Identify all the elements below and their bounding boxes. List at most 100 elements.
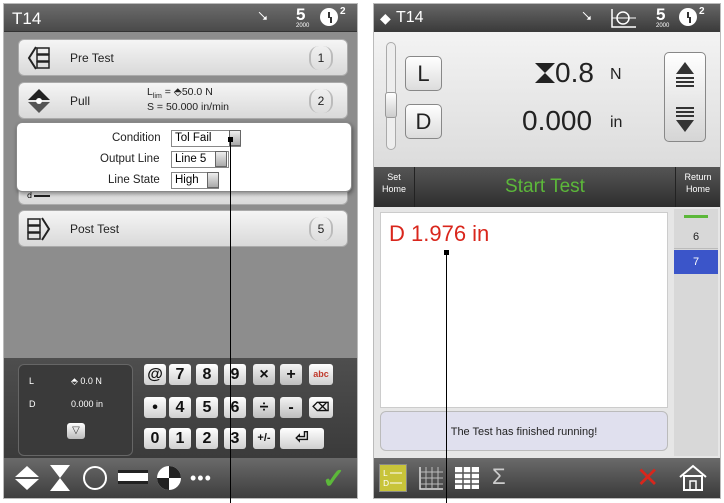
svg-text:L: L xyxy=(383,469,388,478)
hourglass-icon[interactable] xyxy=(48,464,72,492)
key-7[interactable]: 7 xyxy=(169,364,191,385)
bottom-toolbar: ••• ✓ xyxy=(4,458,357,498)
pull-speed: S = 50.000 in/min xyxy=(147,101,230,113)
key-abc[interactable]: abc xyxy=(309,364,333,385)
badge-count: 2 xyxy=(340,6,346,17)
position-value: 0.000 xyxy=(522,105,593,136)
key-at[interactable]: @ xyxy=(144,364,166,385)
load-l-button[interactable]: L xyxy=(405,56,442,91)
test-title: T14 xyxy=(396,9,424,26)
key-2[interactable]: 2 xyxy=(196,428,218,449)
key-0[interactable]: 0 xyxy=(144,428,166,449)
gesture-icon[interactable]: ⭨ xyxy=(258,8,268,25)
key-divide[interactable]: ÷ xyxy=(253,397,275,418)
test-title: T14 xyxy=(12,9,42,28)
output-line-scroll-handle[interactable] xyxy=(215,151,227,167)
status-message: The Test has finished running! xyxy=(380,411,668,451)
key-5[interactable]: 5 xyxy=(196,397,218,418)
back-icon[interactable]: ◆ xyxy=(380,10,391,27)
table-icon[interactable] xyxy=(454,466,480,490)
line-state-label: Line State xyxy=(108,174,160,186)
results-view-icon[interactable]: LD xyxy=(379,464,407,492)
position-d-button[interactable]: D xyxy=(405,104,442,139)
key-6[interactable]: 6 xyxy=(224,397,246,418)
key-8[interactable]: 8 xyxy=(196,364,218,385)
step-number: 2 xyxy=(309,89,333,113)
collapse-icon[interactable]: ▽ xyxy=(67,423,85,439)
load-unit: N xyxy=(610,66,622,83)
condition-label: Condition xyxy=(112,132,161,144)
step-label: Pre Test xyxy=(70,51,114,65)
pull-icon xyxy=(28,89,50,113)
load-value: 0.8 xyxy=(555,57,594,88)
home-icon[interactable] xyxy=(678,464,708,492)
top-bar: T14 ⭨ 5 2000 2 xyxy=(4,4,357,32)
gesture-icon[interactable]: ⭨ xyxy=(582,8,592,25)
five-icon[interactable]: 5 2000 xyxy=(296,6,309,29)
bottom-toolbar: LD Σ ✕ xyxy=(374,458,720,498)
callout-dot-right xyxy=(444,250,449,255)
callout-dot-left xyxy=(228,137,233,142)
output-settings-popup: Condition Tol Fail Output Line Line 5 Li… xyxy=(16,122,352,192)
confirm-check-icon[interactable]: ✓ xyxy=(322,462,345,495)
grid-chart-icon[interactable] xyxy=(418,466,444,490)
top-bar: ◆ T14 ⭨ 5 2000 2 xyxy=(374,4,720,32)
key-multiply[interactable]: × xyxy=(253,364,275,385)
badge-count: 2 xyxy=(699,6,705,17)
sigma-icon[interactable]: Σ xyxy=(492,464,506,490)
position-unit: in xyxy=(610,114,623,131)
jog-down-icon[interactable] xyxy=(674,106,696,134)
graph-icon[interactable] xyxy=(610,8,638,28)
hold-icon[interactable] xyxy=(118,470,148,484)
pre-test-icon xyxy=(27,46,50,70)
cycle-icon[interactable] xyxy=(81,464,109,492)
set-home-button[interactable]: Set Home xyxy=(378,171,410,195)
center-target-icon[interactable] xyxy=(155,464,183,492)
step-post-test[interactable]: Post Test 5 xyxy=(18,210,348,247)
readout-panel: L D 0.8 N 0.000 in xyxy=(374,32,720,167)
key-dot[interactable]: • xyxy=(144,397,166,418)
pull-limit: Llim = ⬘50.0 N xyxy=(147,86,213,101)
more-icon[interactable]: ••• xyxy=(190,468,212,489)
callout-line-left xyxy=(230,140,231,503)
mini-load-value: ⬘ 0.0 N xyxy=(71,376,102,386)
step-pre-test[interactable]: Pre Test 1 xyxy=(18,39,348,76)
key-plus[interactable]: + xyxy=(280,364,302,385)
left-device-screen: T14 ⭨ 5 2000 2 Pre Test 1 Pull Llim = ⬘50… xyxy=(3,3,358,499)
step-number: 5 xyxy=(309,217,333,241)
start-test-button[interactable]: Start Test xyxy=(414,167,676,207)
mini-position-value: 0.000 in xyxy=(71,399,104,409)
key-1[interactable]: 1 xyxy=(169,428,191,449)
key-3[interactable]: 3 xyxy=(224,428,246,449)
key-9[interactable]: 9 xyxy=(224,364,246,385)
svg-text:d: d xyxy=(27,191,32,200)
clock-icon[interactable] xyxy=(679,8,697,26)
step-pull[interactable]: Pull Llim = ⬘50.0 N S = 50.000 in/min 2 xyxy=(18,82,348,119)
side-item-7[interactable]: 7 xyxy=(674,250,718,274)
return-home-button[interactable]: Return Home xyxy=(678,171,718,195)
mini-load-label: L xyxy=(29,376,35,386)
slider-thumb[interactable] xyxy=(385,92,397,118)
key-enter[interactable]: ⏎ xyxy=(280,428,324,449)
side-item-6[interactable]: 6 xyxy=(674,225,718,249)
mini-position-label: D xyxy=(29,399,36,409)
result-panel: D 1.976 in xyxy=(380,212,668,408)
jog-up-icon[interactable] xyxy=(674,60,696,88)
updown-icon[interactable] xyxy=(14,466,40,490)
key-plus-minus[interactable]: +/- xyxy=(253,428,275,449)
key-4[interactable]: 4 xyxy=(169,397,191,418)
five-icon[interactable]: 5 2000 xyxy=(656,6,669,29)
key-backspace[interactable]: ⌫ xyxy=(309,397,333,418)
step-number: 1 xyxy=(309,46,333,70)
step-label: Post Test xyxy=(70,222,120,236)
side-marker xyxy=(684,215,708,218)
clock-icon[interactable] xyxy=(320,8,338,26)
mini-readout: L ⬘ 0.0 N D 0.000 in ▽ xyxy=(18,364,133,456)
step-index-column: 6 7 xyxy=(674,209,718,456)
cancel-x-icon[interactable]: ✕ xyxy=(636,461,659,494)
right-device-screen: ◆ T14 ⭨ 5 2000 2 L D 0.8 N 0.000 in Set Ho… xyxy=(373,3,721,499)
key-minus[interactable]: - xyxy=(280,397,302,418)
line-state-scroll-handle[interactable] xyxy=(207,172,219,188)
callout-line-right xyxy=(446,252,447,503)
start-test-bar: Set Home Start Test Return Home xyxy=(374,167,720,207)
